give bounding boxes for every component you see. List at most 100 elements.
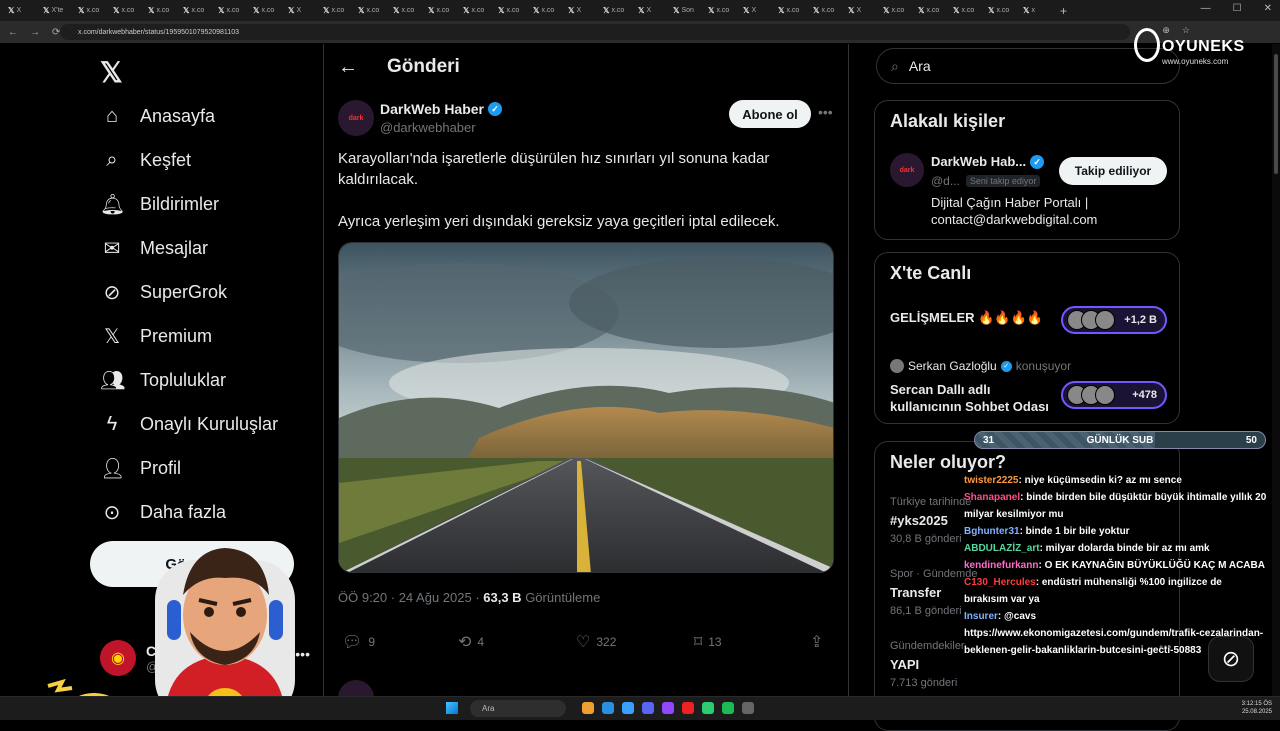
browser-tab[interactable]: 𝕏 Son [669,0,704,21]
twitch-icon[interactable] [662,702,674,714]
new-tab-icon[interactable]: + [1060,4,1067,18]
nav-item-8[interactable]: 👤︎ Profil [100,448,181,488]
maximize-icon[interactable]: ☐ [1233,3,1242,14]
trend-name[interactable]: #yks2025 [890,513,948,528]
scrollbar[interactable] [1272,44,1280,696]
browser-tab[interactable]: 𝕏X [634,0,669,21]
clock-time: 3:12:15 ÖS [1241,701,1272,707]
bookmark-button[interactable]: ⌑ 13 [694,632,722,652]
browser-tab[interactable]: 𝕏x.co [74,0,109,21]
back-nav-icon[interactable]: ← [8,27,18,38]
nav-item-2[interactable]: 🔔︎ Bildirimler [100,184,219,224]
forward-nav-icon[interactable]: → [30,27,40,38]
live-space-title[interactable]: GELİŞMELER 🔥🔥🔥🔥 [890,309,1043,326]
grok-icon[interactable]: ⊘ [1208,636,1254,682]
bell-icon: 🔔︎ [100,193,126,216]
reply-button[interactable]: 💬︎ 9 [342,632,375,652]
browser-tab[interactable]: 𝕏x.co [249,0,284,21]
address-bar-row: ← → ⟳ x.com/darkwebhaber/status/19595010… [0,21,1280,43]
close-icon[interactable]: ✕ [1264,3,1272,14]
browser-tab[interactable]: 𝕏x.co [459,0,494,21]
nav-item-1[interactable]: ⌕ Keşfet [100,140,191,180]
nav-item-3[interactable]: ✉ Mesajlar [100,228,208,268]
live-space-title[interactable]: Sercan Dallı adlı kullanıcının Sohbet Od… [890,381,1058,415]
tab-label: x.co [891,7,905,14]
trend-name[interactable]: Transfer [890,585,941,600]
chrome-icon[interactable] [602,702,614,714]
post-time[interactable]: ÖÖ 9:20 · 24 Ağu 2025 · [338,590,483,605]
browser-tab[interactable]: 𝕏X [844,0,879,21]
nav-item-6[interactable]: 👥︎ Topluluklar [100,360,226,400]
x-favicon-icon: 𝕏 [813,6,820,15]
post-image[interactable] [338,242,834,573]
browser-tab[interactable]: 𝕏x.co [214,0,249,21]
x-logo-icon[interactable]: 𝕏 [100,56,123,89]
chat-username: ABDULAZİZ_art [964,543,1040,554]
explorer-icon[interactable] [582,702,594,714]
share-button[interactable]: ⇪ [810,632,823,652]
subscribe-button[interactable]: Abone ol [729,100,811,128]
url-field[interactable]: x.com/darkwebhaber/status/19595010795209… [60,24,1130,40]
browser-tab[interactable]: 𝕏x.co [179,0,214,21]
browser-tab[interactable]: 𝕏x.co [599,0,634,21]
nav-item-5[interactable]: 𝕏 Premium [100,316,212,356]
discord-icon[interactable] [642,702,654,714]
live-space-listeners[interactable]: +1,2 B [1061,306,1167,334]
avatar[interactable]: dark [890,153,924,187]
browser-tab[interactable]: 𝕏x.co [984,0,1019,21]
nav-item-7[interactable]: ϟ Onaylı Kuruluşlar [100,404,278,444]
browser-tab[interactable]: 𝕏x.co [494,0,529,21]
chat-username: Insurer [964,611,998,622]
whatsapp-icon[interactable] [702,702,714,714]
browser-tab[interactable]: 𝕏x.co [704,0,739,21]
related-name[interactable]: DarkWeb Hab... ✓ [931,154,1045,169]
x-favicon-icon: 𝕏 [498,6,505,15]
browser-tab[interactable]: 𝕏X [564,0,599,21]
minimize-icon[interactable]: — [1201,3,1211,14]
browser-tab[interactable]: 𝕏x.co [389,0,424,21]
scrollbar-thumb[interactable] [1274,54,1278,174]
nav-item-4[interactable]: ⊘ SuperGrok [100,272,227,312]
browser-tab[interactable]: 𝕏x.co [109,0,144,21]
tab-label: x.co [156,7,170,14]
author-handle[interactable]: @darkwebhaber [380,120,476,135]
more-icon[interactable]: ••• [818,104,833,120]
browser-tab[interactable]: 𝕏 X'te [39,0,74,21]
browser-tab[interactable]: 𝕏x.co [949,0,984,21]
author-name[interactable]: DarkWeb Haber ✓ [380,101,503,117]
trend-name[interactable]: YAPI [890,657,919,672]
edge-icon[interactable] [622,702,634,714]
spotify-icon[interactable] [722,702,734,714]
following-button[interactable]: Takip ediliyor [1059,157,1167,185]
like-button[interactable]: ♡ 322 [576,632,616,652]
chat-message: kendinefurkann: O EK KAYNAĞIN BÜYÜKLÜĞÜ … [964,557,1268,574]
repost-button[interactable]: ⟲ 4 [458,632,484,652]
browser-tab[interactable]: 𝕏x.co [914,0,949,21]
browser-tab[interactable]: 𝕏x.co [424,0,459,21]
app-icon[interactable] [742,702,754,714]
live-space-listeners[interactable]: +478 [1061,381,1167,409]
browser-tab[interactable]: 𝕏x.co [319,0,354,21]
browser-tab[interactable]: 𝕏x.co [354,0,389,21]
taskbar-search[interactable]: Ara [470,700,566,717]
browser-tab[interactable]: 𝕏X [284,0,319,21]
browser-tab[interactable]: 𝕏x.co [809,0,844,21]
card-title: Neler oluyor? [890,452,1007,472]
back-arrow-icon[interactable]: ← [338,56,358,79]
nav-item-0[interactable]: ⌂ Anasayfa [100,96,215,136]
browser-tab[interactable]: 𝕏X [739,0,774,21]
browser-tab[interactable]: 𝕏x.co [774,0,809,21]
tab-label: x.co [191,7,205,14]
app-icon[interactable] [682,702,694,714]
browser-tab[interactable]: 𝕏x.co [144,0,179,21]
live-host[interactable]: Serkan Gazloğlu ✓ konuşuyor [890,359,1071,373]
browser-tab[interactable]: 𝕏X [4,0,39,21]
browser-tab[interactable]: 𝕏x [1019,0,1054,21]
clock[interactable]: 3:12:15 ÖS 25.08.2025 [1242,700,1272,716]
tab-label: X'te [51,7,64,14]
author-avatar[interactable]: dark [338,100,374,136]
x-favicon-icon: 𝕏 [323,6,330,15]
browser-tab[interactable]: 𝕏x.co [529,0,564,21]
browser-tab[interactable]: 𝕏x.co [879,0,914,21]
start-button[interactable] [446,702,458,714]
